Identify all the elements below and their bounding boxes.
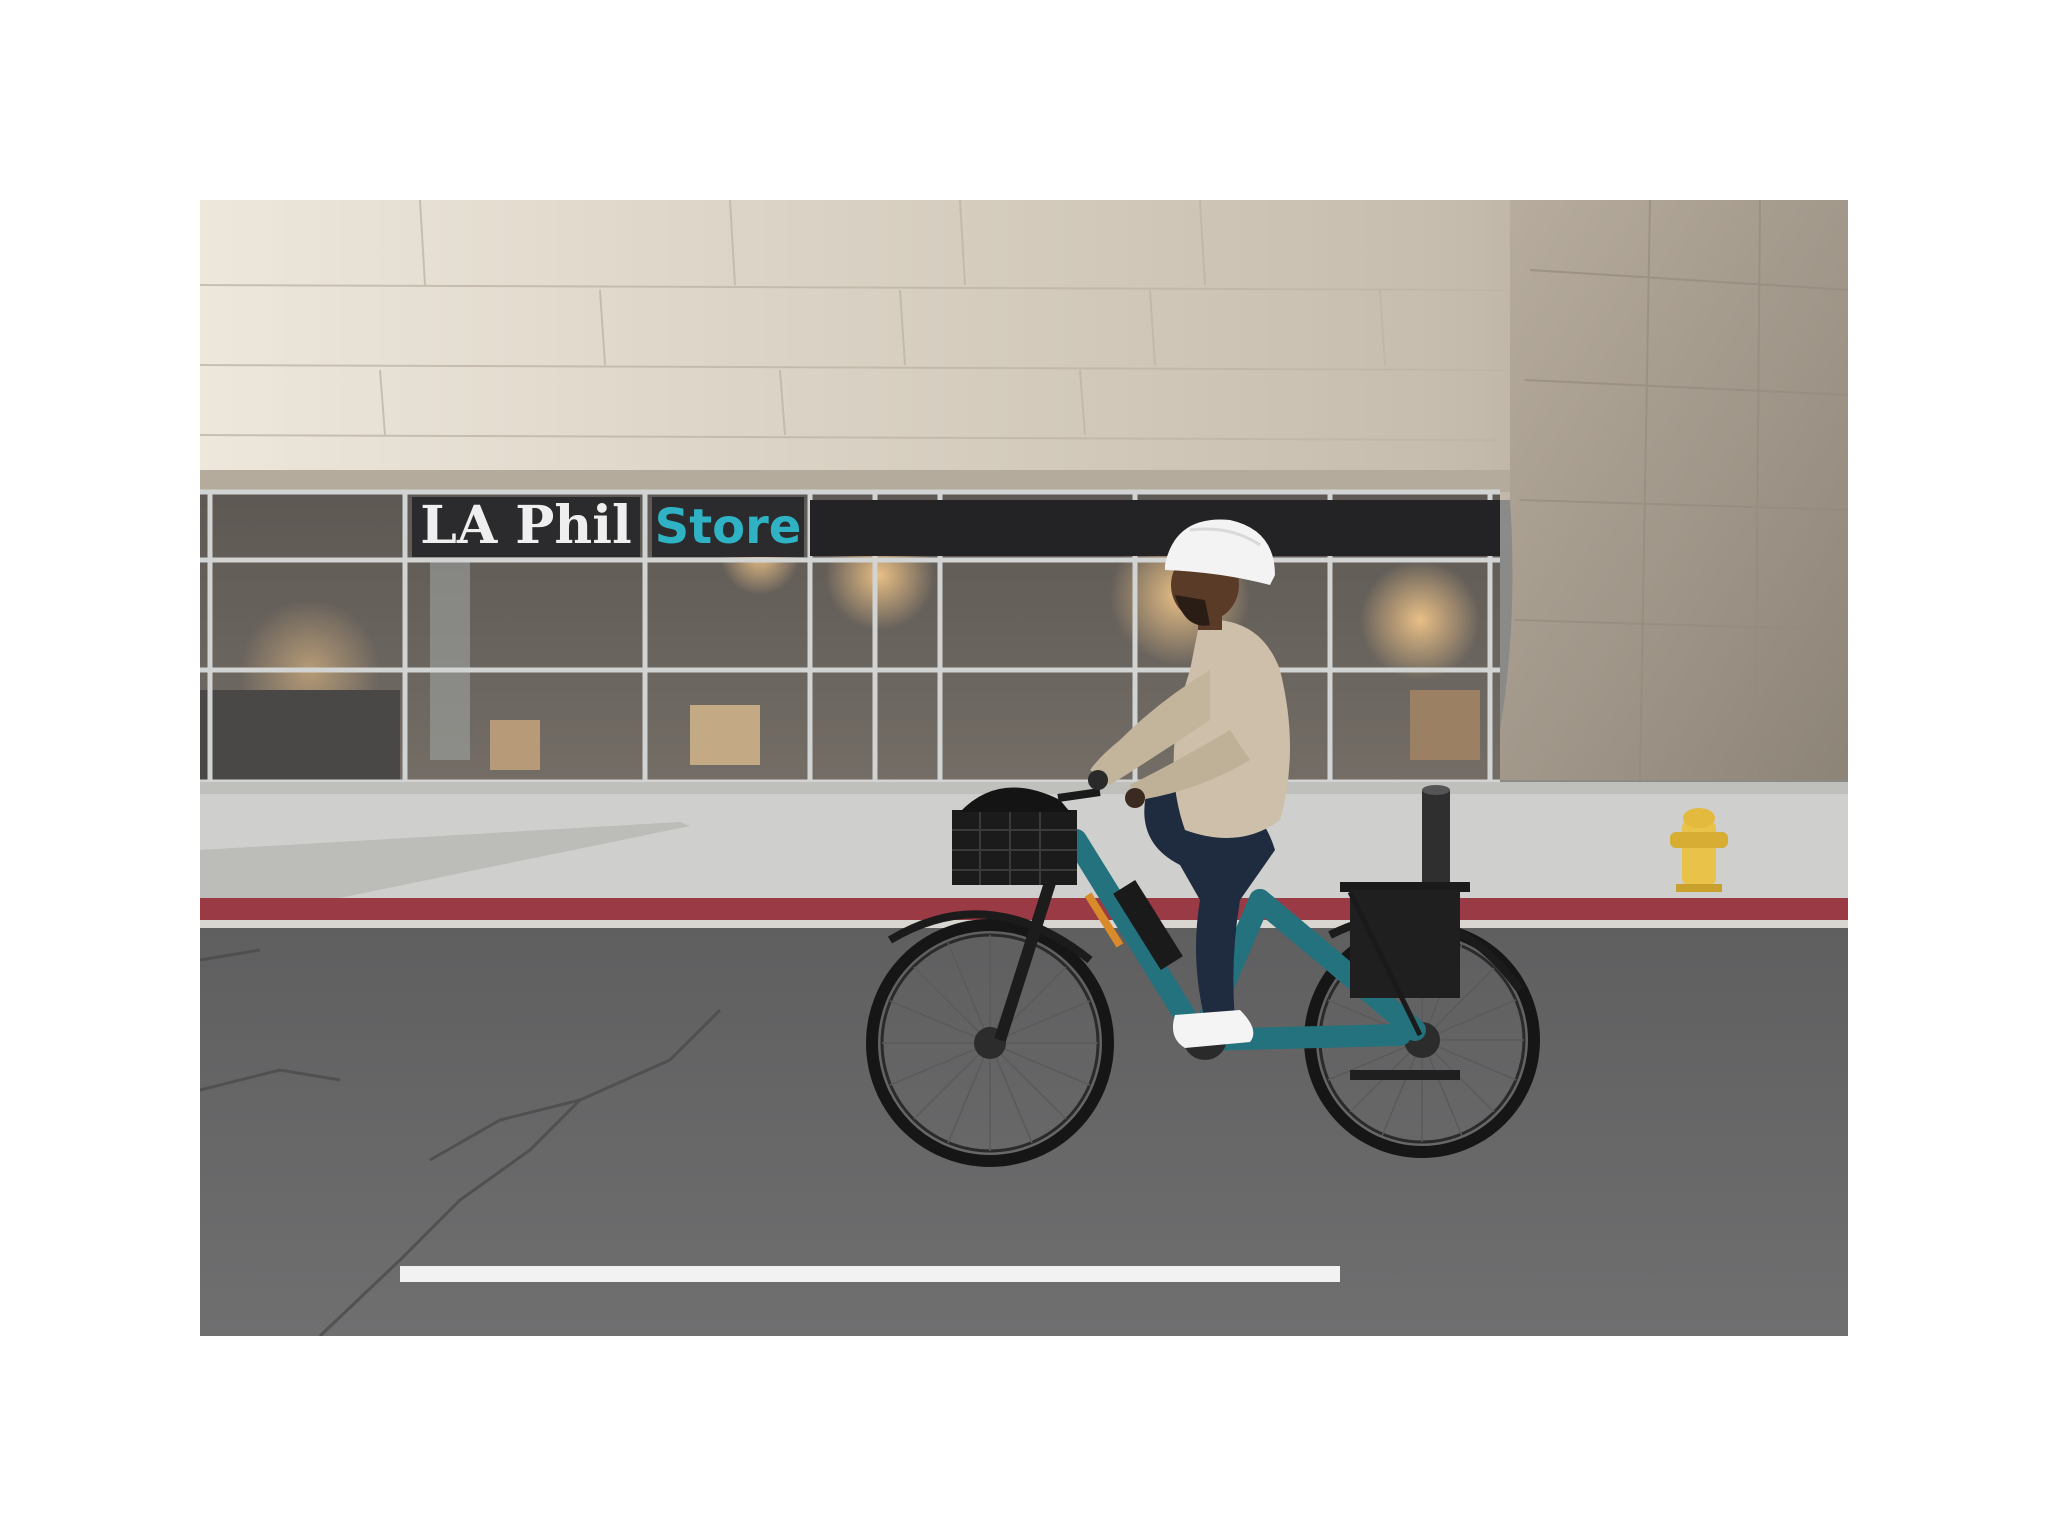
front-wheel [866, 919, 1114, 1167]
street-photo: LA Phil Store [200, 200, 1848, 1336]
lane-marking [400, 1266, 1340, 1282]
sign-store-text: Store [655, 499, 802, 555]
sign-brand-text: LA Phil [420, 495, 631, 556]
rear-pannier [1350, 890, 1460, 998]
storefront: LA Phil Store [200, 489, 1500, 785]
road [200, 928, 1848, 1336]
bollard [1422, 785, 1450, 895]
